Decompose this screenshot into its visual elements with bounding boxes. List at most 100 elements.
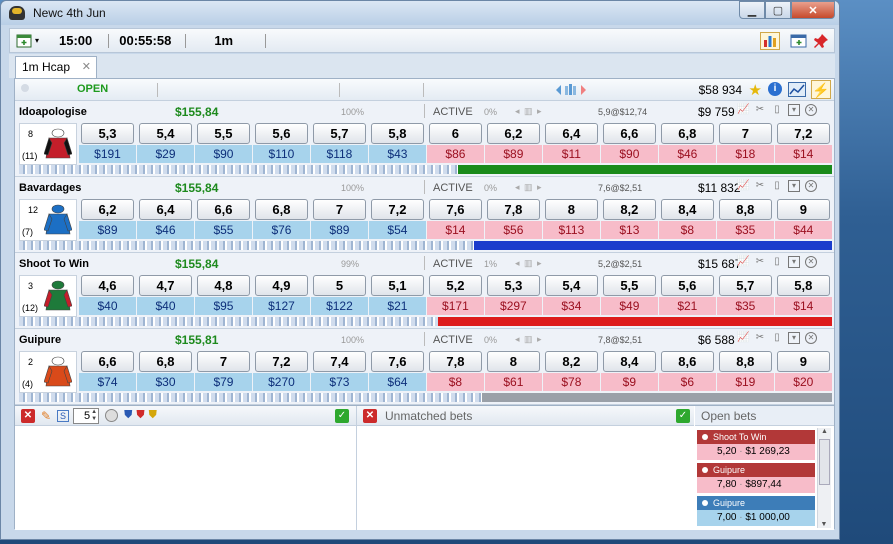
close-tab-icon[interactable]: ✕	[82, 60, 91, 73]
shield-blue-icon[interactable]: ⛊	[124, 409, 132, 422]
back-price-button[interactable]: 5,7	[312, 123, 366, 144]
back-amount[interactable]: $55	[194, 221, 252, 239]
lay-price-button[interactable]: 8,6	[660, 351, 714, 372]
back-amount[interactable]: $73	[310, 373, 368, 391]
back-price-button[interactable]: 6,6	[196, 199, 250, 220]
back-amount[interactable]: $79	[194, 373, 252, 391]
lay-amount[interactable]: $78	[542, 373, 600, 391]
runner-graph-icon[interactable]: 📈	[737, 256, 749, 268]
lay-price-button[interactable]: 5,7	[718, 275, 772, 296]
lay-amount[interactable]: $49	[600, 297, 658, 315]
open-bets-scrollbar[interactable]: ▲ ▼	[817, 428, 831, 528]
lay-price-button[interactable]: 5,6	[660, 275, 714, 296]
lay-price-button[interactable]: 8,4	[660, 199, 714, 220]
lay-amount[interactable]: $14	[774, 145, 832, 163]
back-amount[interactable]: $30	[136, 373, 194, 391]
lay-price-button[interactable]: 7,8	[428, 351, 482, 372]
lay-amount[interactable]: $297	[484, 297, 542, 315]
shield-red-icon[interactable]: ⛊	[136, 409, 144, 422]
lay-amount[interactable]: $35	[716, 297, 774, 315]
lay-amount[interactable]: $56	[484, 221, 542, 239]
lay-amount[interactable]: $14	[774, 297, 832, 315]
lay-amount[interactable]: $86	[426, 145, 484, 163]
confirm-icon[interactable]: ✓	[335, 409, 349, 423]
lay-price-button[interactable]: 8,8	[718, 351, 772, 372]
back-price-button[interactable]: 6,4	[138, 199, 192, 220]
collapse-all-icon[interactable]	[21, 84, 29, 92]
lay-amount[interactable]: $46	[658, 145, 716, 163]
runner-dropdown-icon[interactable]: ▾	[788, 256, 800, 268]
runner-ladder-icon[interactable]: ▯	[771, 332, 783, 344]
ladder-scroll-icon[interactable]	[555, 83, 587, 97]
lay-price-button[interactable]: 5,3	[486, 275, 540, 296]
back-price-button[interactable]: 5,8	[370, 123, 424, 144]
back-price-button[interactable]: 6,8	[254, 199, 308, 220]
lay-amount[interactable]: $6	[658, 373, 716, 391]
runner-ladder-nav-icon[interactable]: ◂ ▥ ▸	[515, 334, 543, 345]
lay-price-button[interactable]: 7,2	[776, 123, 830, 144]
runner-dropdown-icon[interactable]: ▾	[788, 332, 800, 344]
runner-ladder-icon[interactable]: ▯	[771, 256, 783, 268]
stepper-arrows-icon[interactable]: ▲ ▼	[91, 409, 97, 423]
lay-price-button[interactable]: 5,5	[602, 275, 656, 296]
back-amount[interactable]: $40	[79, 297, 136, 315]
back-price-button[interactable]: 5,1	[370, 275, 424, 296]
pin-icon[interactable]	[813, 33, 829, 49]
lay-price-button[interactable]: 6,2	[486, 123, 540, 144]
lay-price-button[interactable]: 6,6	[602, 123, 656, 144]
runner-close-icon[interactable]: ✕	[805, 180, 817, 192]
lay-amount[interactable]: $8	[658, 221, 716, 239]
runner-ladder-nav-icon[interactable]: ◂ ▥ ▸	[515, 106, 543, 117]
back-price-button[interactable]: 4,9	[254, 275, 308, 296]
lay-price-button[interactable]: 6,4	[544, 123, 598, 144]
lightning-icon[interactable]: ⚡	[811, 80, 831, 99]
back-price-button[interactable]: 6,8	[138, 351, 192, 372]
lay-price-button[interactable]: 8,2	[602, 199, 656, 220]
reset-icon[interactable]	[105, 409, 119, 422]
back-amount[interactable]: $122	[310, 297, 368, 315]
lay-amount[interactable]: $21	[658, 297, 716, 315]
scroll-thumb[interactable]	[819, 439, 830, 485]
lay-amount[interactable]: $113	[542, 221, 600, 239]
lay-price-button[interactable]: 9	[776, 199, 830, 220]
shield-yellow-icon[interactable]: ⛊	[149, 409, 157, 422]
new-window-icon[interactable]	[790, 33, 808, 49]
runner-close-icon[interactable]: ✕	[805, 332, 817, 344]
tab-market[interactable]: 1m Hcap ✕	[15, 56, 97, 78]
lay-price-button[interactable]: 8	[544, 199, 598, 220]
lay-price-button[interactable]: 6,8	[660, 123, 714, 144]
open-bet-item[interactable]: Shoot To Win 5,20 · $1 269,23	[697, 430, 815, 460]
back-amount[interactable]: $110	[252, 145, 310, 163]
lay-amount[interactable]: $89	[484, 145, 542, 163]
runner-close-icon[interactable]: ✕	[805, 256, 817, 268]
cancel-all-icon[interactable]: ✕	[21, 408, 35, 423]
back-price-button[interactable]: 4,8	[196, 275, 250, 296]
runner-ladder-nav-icon[interactable]: ◂ ▥ ▸	[515, 182, 543, 193]
info-icon[interactable]: i	[768, 82, 782, 96]
scroll-down-icon[interactable]: ▼	[818, 521, 830, 528]
back-price-button[interactable]: 7	[196, 351, 250, 372]
back-amount[interactable]: $43	[368, 145, 426, 163]
runner-name[interactable]: Guipure	[19, 334, 61, 346]
lay-amount[interactable]: $171	[426, 297, 484, 315]
back-amount[interactable]: $191	[79, 145, 136, 163]
back-amount[interactable]: $54	[368, 221, 426, 239]
back-price-button[interactable]: 4,7	[138, 275, 192, 296]
lay-price-button[interactable]: 6	[428, 123, 482, 144]
back-price-button[interactable]: 7,2	[254, 351, 308, 372]
back-price-button[interactable]: 5,6	[254, 123, 308, 144]
runner-tools-icon[interactable]: ✂	[754, 104, 766, 116]
back-price-button[interactable]: 5,5	[196, 123, 250, 144]
lay-price-button[interactable]: 9	[776, 351, 830, 372]
open-bet-item[interactable]: Guipure 7,00 · $1 000,00	[697, 496, 815, 526]
open-bet-item[interactable]: Guipure 7,80 · $897,44	[697, 463, 815, 493]
back-price-button[interactable]: 5,4	[138, 123, 192, 144]
lay-amount[interactable]: $35	[716, 221, 774, 239]
back-price-button[interactable]: 7,6	[370, 351, 424, 372]
back-amount[interactable]: $89	[79, 221, 136, 239]
back-amount[interactable]: $95	[194, 297, 252, 315]
add-market-icon[interactable]	[16, 33, 34, 49]
lay-price-button[interactable]: 8,2	[544, 351, 598, 372]
lay-amount[interactable]: $90	[600, 145, 658, 163]
runner-dropdown-icon[interactable]: ▾	[788, 104, 800, 116]
